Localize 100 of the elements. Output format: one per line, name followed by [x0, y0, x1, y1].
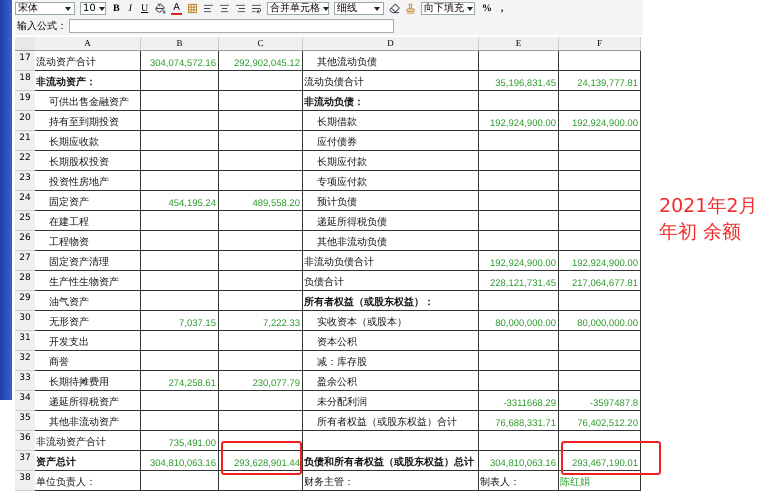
- table-cell[interactable]: 无形资产: [35, 311, 141, 331]
- table-cell[interactable]: 实收资本（或股本）: [303, 311, 479, 331]
- table-cell[interactable]: [559, 351, 641, 371]
- table-cell[interactable]: [141, 411, 219, 431]
- table-cell[interactable]: [219, 471, 303, 491]
- table-cell[interactable]: 228,121,731.45: [479, 271, 559, 291]
- table-cell[interactable]: 其他流动负债: [303, 51, 479, 71]
- table-cell[interactable]: 陈红娟: [559, 471, 641, 491]
- table-cell[interactable]: 单位负责人：: [35, 471, 141, 491]
- table-cell[interactable]: 293,628,901.44: [219, 451, 303, 471]
- align-right-icon[interactable]: [234, 3, 246, 14]
- table-cell[interactable]: 应付债券: [303, 131, 479, 151]
- table-cell[interactable]: 财务主管：: [303, 471, 479, 491]
- stamp-icon[interactable]: [404, 3, 416, 14]
- format-button[interactable]: ,: [498, 2, 506, 14]
- table-cell[interactable]: 在建工程: [35, 211, 141, 231]
- table-cell[interactable]: [559, 431, 641, 451]
- table-cell[interactable]: 非流动资产：: [35, 71, 141, 91]
- table-cell[interactable]: [479, 431, 559, 451]
- table-cell[interactable]: [559, 151, 641, 171]
- table-cell[interactable]: [141, 471, 219, 491]
- table-cell[interactable]: 非流动负债：: [303, 91, 479, 111]
- table-cell[interactable]: [219, 211, 303, 231]
- row-header[interactable]: 22: [15, 151, 35, 171]
- table-cell[interactable]: 76,688,331.71: [479, 411, 559, 431]
- table-cell[interactable]: [141, 351, 219, 371]
- column-header[interactable]: F: [559, 37, 641, 51]
- table-cell[interactable]: 489,558.20: [219, 191, 303, 211]
- table-cell[interactable]: [479, 211, 559, 231]
- table-cell[interactable]: [479, 151, 559, 171]
- table-cell[interactable]: 其他非流动资产: [35, 411, 141, 431]
- table-cell[interactable]: [219, 131, 303, 151]
- table-cell[interactable]: 304,074,572.16: [141, 51, 219, 71]
- table-cell[interactable]: 负债和所有者权益（或股东权益）总计: [303, 451, 479, 471]
- table-cell[interactable]: 持有至到期投资: [35, 111, 141, 131]
- table-cell[interactable]: [479, 351, 559, 371]
- table-cell[interactable]: 192,924,900.00: [559, 111, 641, 131]
- table-cell[interactable]: 7,037.15: [141, 311, 219, 331]
- table-cell[interactable]: [219, 111, 303, 131]
- paint-bucket-icon[interactable]: [155, 3, 166, 14]
- table-cell[interactable]: 735,491.00: [141, 431, 219, 451]
- table-cell[interactable]: [141, 291, 219, 311]
- table-cell[interactable]: [479, 51, 559, 71]
- grid-icon[interactable]: [186, 3, 198, 14]
- formula-field[interactable]: [69, 19, 394, 33]
- table-cell[interactable]: [141, 251, 219, 271]
- table-cell[interactable]: 开发支出: [35, 331, 141, 351]
- table-cell[interactable]: 商誉: [35, 351, 141, 371]
- row-header[interactable]: 18: [15, 71, 35, 91]
- row-header[interactable]: 36: [15, 431, 35, 451]
- table-cell[interactable]: 454,195.24: [141, 191, 219, 211]
- table-cell[interactable]: [479, 191, 559, 211]
- table-cell[interactable]: 其他非流动负债: [303, 231, 479, 251]
- table-cell[interactable]: [141, 71, 219, 91]
- border-select[interactable]: 细线: [334, 2, 384, 15]
- table-cell[interactable]: 投资性房地产: [35, 171, 141, 191]
- row-header[interactable]: 29: [15, 291, 35, 311]
- table-cell[interactable]: [559, 91, 641, 111]
- table-cell[interactable]: [141, 331, 219, 351]
- table-cell[interactable]: 80,000,000.00: [479, 311, 559, 331]
- row-header[interactable]: 17: [15, 51, 35, 71]
- row-header[interactable]: 37: [15, 451, 35, 471]
- table-cell[interactable]: 可供出售金融资产: [35, 91, 141, 111]
- row-header[interactable]: 35: [15, 411, 35, 431]
- table-cell[interactable]: 固定资产清理: [35, 251, 141, 271]
- table-cell[interactable]: 长期应付款: [303, 151, 479, 171]
- table-cell[interactable]: 流动资产合计: [35, 51, 141, 71]
- table-cell[interactable]: [559, 371, 641, 391]
- column-header[interactable]: D: [303, 37, 479, 51]
- row-header[interactable]: 19: [15, 91, 35, 111]
- table-cell[interactable]: 生产性生物资产: [35, 271, 141, 291]
- table-cell[interactable]: [219, 391, 303, 411]
- font-size-select[interactable]: 10: [80, 2, 106, 15]
- table-cell[interactable]: [559, 231, 641, 251]
- row-header[interactable]: 24: [15, 191, 35, 211]
- row-header[interactable]: 28: [15, 271, 35, 291]
- table-cell[interactable]: [479, 331, 559, 351]
- font-color-button[interactable]: A: [171, 2, 182, 14]
- table-cell[interactable]: [479, 171, 559, 191]
- format-button[interactable]: %: [480, 2, 494, 14]
- table-cell[interactable]: 230,077.79: [219, 371, 303, 391]
- table-cell[interactable]: 长期借款: [303, 111, 479, 131]
- column-header[interactable]: B: [141, 37, 219, 51]
- format-button[interactable]: I: [126, 2, 134, 14]
- table-cell[interactable]: 274,258.61: [141, 371, 219, 391]
- table-cell[interactable]: 递延所得税资产: [35, 391, 141, 411]
- table-cell[interactable]: [559, 211, 641, 231]
- table-cell[interactable]: 292,902,045.12: [219, 51, 303, 71]
- table-cell[interactable]: [479, 231, 559, 251]
- table-cell[interactable]: [141, 151, 219, 171]
- table-cell[interactable]: [141, 211, 219, 231]
- table-cell[interactable]: [219, 91, 303, 111]
- table-cell[interactable]: 非流动资产合计: [35, 431, 141, 451]
- column-header[interactable]: E: [479, 37, 559, 51]
- row-header[interactable]: 25: [15, 211, 35, 231]
- table-cell[interactable]: [559, 51, 641, 71]
- row-header[interactable]: 33: [15, 371, 35, 391]
- table-cell[interactable]: 制表人：: [479, 471, 559, 491]
- table-cell[interactable]: 递延所得税负债: [303, 211, 479, 231]
- table-cell[interactable]: 负债合计: [303, 271, 479, 291]
